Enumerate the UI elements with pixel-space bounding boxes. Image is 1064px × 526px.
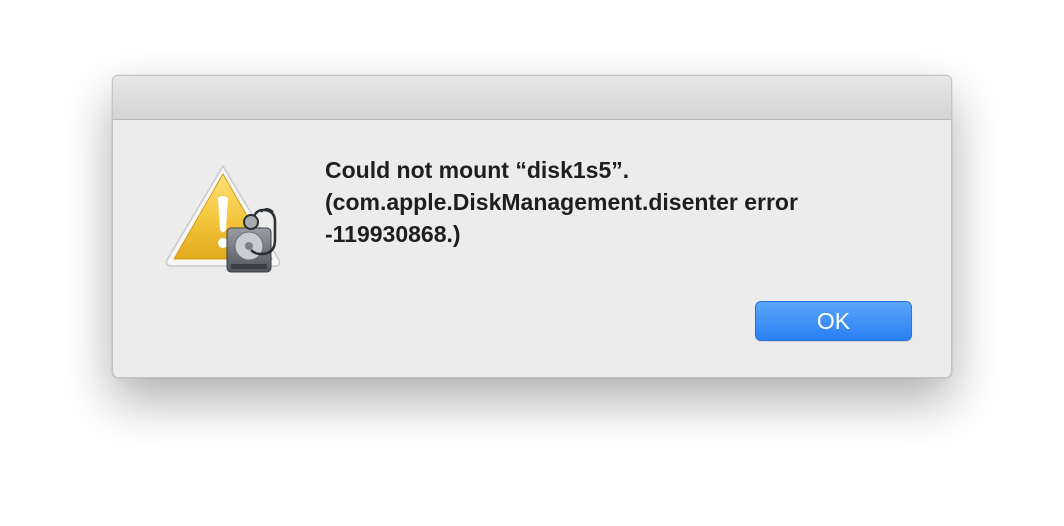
alert-message-line: -119930868.) <box>325 221 461 247</box>
ok-button[interactable]: OK <box>755 301 912 341</box>
alert-message-line: Could not mount “disk1s5”. <box>325 157 630 183</box>
disk-utility-warning-icon <box>163 160 289 282</box>
alert-dialog: Could not mount “disk1s5”. (com.apple.Di… <box>112 75 952 378</box>
alert-message-line: (com.apple.DiskManagement.disenter error <box>325 189 798 215</box>
dialog-titlebar <box>113 76 951 120</box>
alert-message: Could not mount “disk1s5”. (com.apple.Di… <box>325 154 925 250</box>
